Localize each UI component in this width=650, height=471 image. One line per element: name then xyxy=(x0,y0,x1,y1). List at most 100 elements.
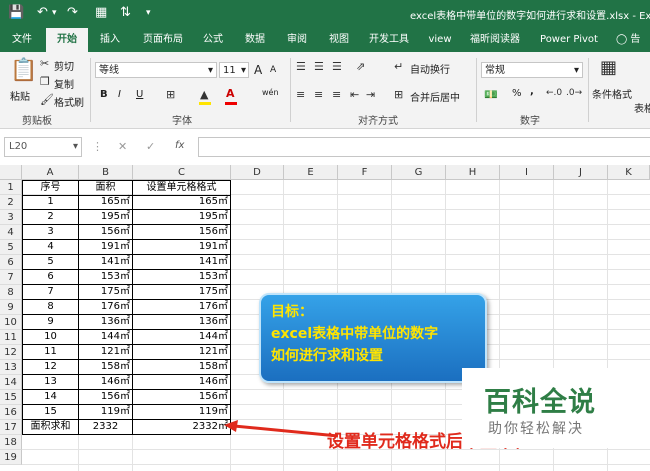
row-header[interactable]: 8 xyxy=(0,285,22,300)
row-header[interactable]: 6 xyxy=(0,255,22,270)
decrease-decimal-icon[interactable]: .0→ xyxy=(566,88,582,98)
table-cell[interactable]: 153㎡ xyxy=(79,270,133,285)
table-cell[interactable]: 144㎡ xyxy=(79,330,133,345)
paste-icon[interactable]: 📋 xyxy=(10,58,37,83)
align-bottom-icon[interactable]: ☰ xyxy=(332,60,342,73)
table-cell[interactable]: 191㎡ xyxy=(133,240,231,255)
table-cell[interactable]: 158㎡ xyxy=(133,360,231,375)
insert-function-button[interactable]: fx xyxy=(175,140,184,151)
table-cell[interactable]: 121㎡ xyxy=(133,345,231,360)
column-header-h[interactable]: H xyxy=(446,165,500,180)
table-cell[interactable]: 8 xyxy=(23,300,79,315)
format-painter-icon[interactable]: 🖌 xyxy=(40,93,54,106)
number-format-select[interactable]: 常规 ▾ xyxy=(481,62,583,78)
table-cell[interactable]: 1 xyxy=(23,195,79,210)
tab-view-en[interactable]: view xyxy=(422,28,458,52)
table-cell[interactable]: 3 xyxy=(23,225,79,240)
align-left-icon[interactable]: ≡ xyxy=(296,88,305,101)
column-header-d[interactable]: D xyxy=(231,165,284,180)
column-header-i[interactable]: I xyxy=(500,165,554,180)
row-header[interactable]: 16 xyxy=(0,405,22,420)
column-header-k[interactable]: K xyxy=(608,165,650,180)
table-cell[interactable]: 156㎡ xyxy=(79,390,133,405)
row-header[interactable]: 7 xyxy=(0,270,22,285)
table-cell[interactable]: 10 xyxy=(23,330,79,345)
align-right-icon[interactable]: ≡ xyxy=(332,88,341,101)
copy-button[interactable]: 复制 xyxy=(54,76,74,91)
font-size-select[interactable]: 11 ▾ xyxy=(219,62,249,78)
percent-button[interactable]: % xyxy=(512,88,522,99)
table-cell[interactable]: 146㎡ xyxy=(79,375,133,390)
table-cell[interactable]: 165㎡ xyxy=(133,195,231,210)
row-header[interactable]: 12 xyxy=(0,345,22,360)
wrap-text-icon[interactable]: ↵ xyxy=(394,60,403,73)
copy-icon[interactable]: ❐ xyxy=(40,75,50,88)
grow-font-button[interactable]: A xyxy=(254,63,262,77)
italic-button[interactable]: I xyxy=(118,89,121,100)
merge-center-button[interactable]: 合并后居中 xyxy=(410,89,460,104)
cancel-icon[interactable]: ✕ xyxy=(118,140,127,153)
table-cell[interactable]: 195㎡ xyxy=(79,210,133,225)
bold-button[interactable]: B xyxy=(100,89,108,100)
increase-indent-icon[interactable]: ⇥ xyxy=(366,88,375,101)
table-cell[interactable]: 141㎡ xyxy=(133,255,231,270)
format-painter-button[interactable]: 格式刷 xyxy=(54,94,84,109)
tab-page-layout[interactable]: 页面布局 xyxy=(136,28,190,52)
table-cell[interactable]: 15 xyxy=(23,405,79,420)
table-header-cell[interactable]: 面积 xyxy=(79,181,133,196)
column-header-e[interactable]: E xyxy=(284,165,338,180)
table-cell[interactable]: 156㎡ xyxy=(79,225,133,240)
table-cell[interactable]: 14 xyxy=(23,390,79,405)
table-cell[interactable]: 5 xyxy=(23,255,79,270)
tab-foxit-reader[interactable]: 福昕阅读器 xyxy=(466,28,524,52)
tab-formulas[interactable]: 公式 xyxy=(196,28,230,52)
shrink-font-button[interactable]: A xyxy=(270,65,276,75)
table-cell[interactable]: 4 xyxy=(23,240,79,255)
undo-icon[interactable]: ↶ xyxy=(37,5,48,20)
merge-icon[interactable]: ⊞ xyxy=(394,88,403,101)
table-cell[interactable]: 9 xyxy=(23,315,79,330)
tab-view[interactable]: 视图 xyxy=(322,28,356,52)
tab-developer[interactable]: 开发工具 xyxy=(364,28,414,52)
row-header[interactable]: 19 xyxy=(0,450,22,465)
column-header-f[interactable]: F xyxy=(338,165,392,180)
total-plain-cell[interactable]: 2332 xyxy=(79,420,133,435)
tab-data[interactable]: 数据 xyxy=(238,28,272,52)
table-cell[interactable]: 176㎡ xyxy=(79,300,133,315)
formula-input[interactable] xyxy=(198,137,650,157)
tab-home[interactable]: 开始 xyxy=(46,28,88,52)
row-header[interactable]: 2 xyxy=(0,195,22,210)
conditional-format-button[interactable]: 条件格式 xyxy=(592,86,632,101)
row-header[interactable]: 3 xyxy=(0,210,22,225)
sort-icon[interactable]: ⇅ xyxy=(120,5,131,20)
align-center-icon[interactable]: ≡ xyxy=(314,88,323,101)
increase-decimal-icon[interactable]: ←.0 xyxy=(546,88,562,98)
border-icon[interactable]: ⊞ xyxy=(166,88,175,101)
cut-icon[interactable]: ✂ xyxy=(40,57,49,70)
name-box[interactable]: L20 ▾ xyxy=(4,137,82,157)
tab-power-pivot[interactable]: Power Pivot xyxy=(536,28,602,52)
format-as-table-button[interactable]: 表格格 xyxy=(634,100,650,115)
table-cell[interactable]: 11 xyxy=(23,345,79,360)
table-cell[interactable]: 175㎡ xyxy=(133,285,231,300)
row-header[interactable]: 18 xyxy=(0,435,22,450)
paste-button[interactable]: 粘贴 xyxy=(10,88,30,103)
redo-icon[interactable]: ↷ xyxy=(67,5,78,20)
column-header-b[interactable]: B xyxy=(79,165,133,180)
table-cell[interactable]: 6 xyxy=(23,270,79,285)
column-header-j[interactable]: J xyxy=(554,165,608,180)
align-top-icon[interactable]: ☰ xyxy=(296,60,306,73)
customize-toolbar-icon[interactable]: ▾ xyxy=(146,8,151,18)
table-cell[interactable]: 13 xyxy=(23,375,79,390)
total-label-cell[interactable]: 面积求和 xyxy=(23,420,79,435)
row-header[interactable]: 1 xyxy=(0,180,22,195)
column-header-g[interactable]: G xyxy=(392,165,446,180)
row-header[interactable]: 13 xyxy=(0,360,22,375)
row-header[interactable]: 4 xyxy=(0,225,22,240)
table-cell[interactable]: 195㎡ xyxy=(133,210,231,225)
enter-icon[interactable]: ✓ xyxy=(146,140,155,153)
font-name-select[interactable]: 等线 ▾ xyxy=(95,62,217,78)
table-cell[interactable]: 158㎡ xyxy=(79,360,133,375)
cut-button[interactable]: 剪切 xyxy=(54,58,74,73)
phonetic-button[interactable]: wén xyxy=(262,88,279,97)
